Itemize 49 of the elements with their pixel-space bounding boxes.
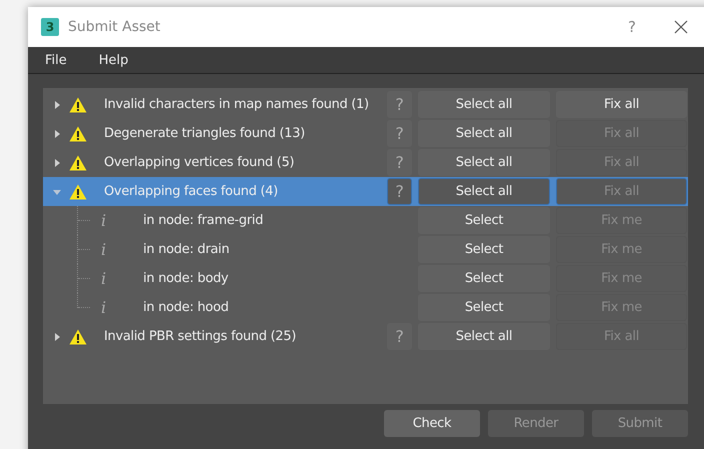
window-title: Submit Asset xyxy=(68,19,162,35)
app-logo: 3 xyxy=(41,18,59,36)
issue-row[interactable]: Overlapping faces found (4) xyxy=(43,177,387,206)
close-icon[interactable] xyxy=(674,20,688,34)
info-icon: i xyxy=(101,240,106,259)
warning-icon xyxy=(69,184,87,200)
select-all-button[interactable]: Select all xyxy=(418,120,550,147)
select-all-button[interactable]: Select all xyxy=(418,178,550,205)
issue-label: Overlapping faces found (4) xyxy=(104,184,278,199)
warning-icon xyxy=(69,328,87,344)
issue-label: Overlapping vertices found (5) xyxy=(104,155,294,170)
info-icon: i xyxy=(101,211,106,230)
footer-button[interactable]: Check xyxy=(384,410,480,437)
select-button[interactable]: Select xyxy=(418,265,550,292)
menu-item[interactable]: File xyxy=(45,52,67,68)
expand-arrow-icon[interactable] xyxy=(53,130,61,138)
warning-icon xyxy=(69,96,87,112)
info-icon: i xyxy=(101,298,106,317)
node-label: in node: drain xyxy=(143,242,230,257)
warning-icon xyxy=(69,154,87,170)
select-button[interactable]: Select xyxy=(418,294,550,321)
node-label: in node: hood xyxy=(143,300,229,315)
issue-row[interactable]: Invalid PBR settings found (25) xyxy=(43,322,387,351)
help-button[interactable]: ? xyxy=(387,323,412,350)
help-button[interactable]: ? xyxy=(387,149,412,176)
menu-item[interactable]: Help xyxy=(98,52,128,68)
select-button[interactable]: Select xyxy=(418,236,550,263)
expand-arrow-icon[interactable] xyxy=(53,100,61,108)
select-button[interactable]: Select xyxy=(418,207,550,234)
select-all-button[interactable]: Select all xyxy=(418,323,550,350)
node-label: in node: body xyxy=(143,271,228,286)
fix-all-button[interactable]: Fix all xyxy=(556,91,687,118)
node-label: in node: frame-grid xyxy=(143,213,264,228)
issue-row[interactable]: Invalid characters in map names found (1) xyxy=(43,90,387,119)
warning-icon xyxy=(69,126,87,142)
issue-label: Invalid PBR settings found (25) xyxy=(104,329,296,344)
select-all-button[interactable]: Select all xyxy=(418,91,550,118)
issue-label: Invalid characters in map names found (1) xyxy=(104,97,369,112)
expand-arrow-icon[interactable] xyxy=(53,332,61,340)
help-button[interactable]: ? xyxy=(387,178,412,205)
info-icon: i xyxy=(101,269,106,288)
issue-row[interactable]: Degenerate triangles found (13) xyxy=(43,119,387,148)
help-button[interactable]: ? xyxy=(387,120,412,147)
help-button[interactable]: ? xyxy=(628,18,636,36)
issue-row[interactable]: Overlapping vertices found (5) xyxy=(43,148,387,177)
help-button[interactable]: ? xyxy=(387,91,412,118)
issue-label: Degenerate triangles found (13) xyxy=(104,126,305,141)
select-all-button[interactable]: Select all xyxy=(418,149,550,176)
expand-arrow-icon[interactable] xyxy=(53,158,61,166)
